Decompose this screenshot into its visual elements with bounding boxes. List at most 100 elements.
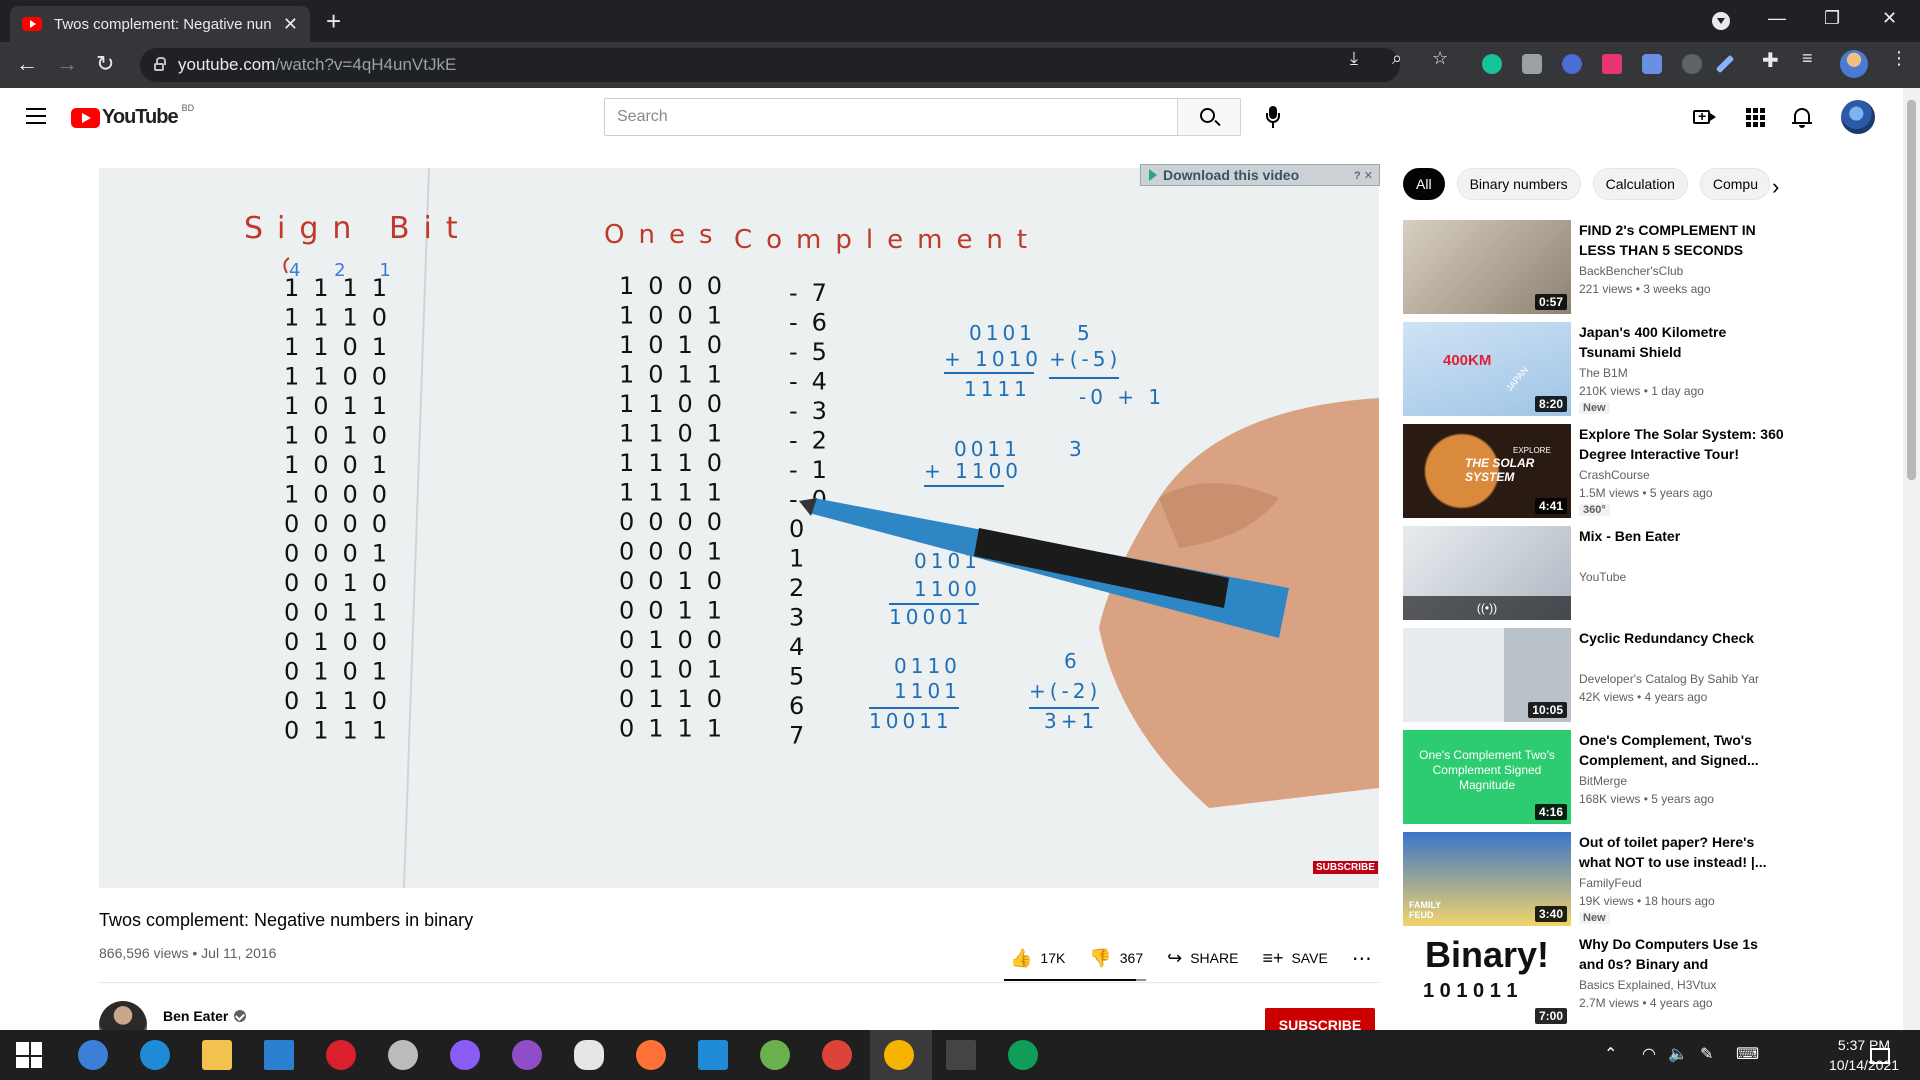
recommendation-item[interactable]: Binary! 1 0 1 0 1 1 7:00 Why Do Computers U… (1403, 934, 1783, 1028)
globe-extension-icon[interactable] (1562, 54, 1582, 74)
video-thumbnail[interactable]: 0:57 (1403, 220, 1571, 314)
recommendation-channel[interactable]: Basics Explained, H3Vtux (1579, 978, 1716, 992)
recommendation-item[interactable]: 400KM JAPAN 8:20 Japan's 400 Kilometre Tsun… (1403, 322, 1783, 416)
pen-extension-icon[interactable] (1715, 54, 1735, 74)
back-arrow-icon[interactable]: ← (16, 52, 38, 76)
recommendation-item[interactable]: 0:57 FIND 2's COMPLEMENT IN LESS THAN 5 S… (1403, 220, 1783, 314)
tab-close-icon[interactable]: ✕ (283, 14, 298, 35)
recommendation-title[interactable]: Out of toilet paper? Here's what NOT to … (1579, 832, 1785, 872)
opera-icon[interactable] (326, 1040, 356, 1070)
qbittorrent-icon[interactable] (78, 1040, 108, 1070)
video-thumbnail[interactable]: FAMILY FEUD 3:40 (1403, 832, 1571, 926)
video-thumbnail[interactable]: EXPLORE THE SOLAR SYSTEM 4:41 (1403, 424, 1571, 518)
window-close-button[interactable]: ✕ (1882, 8, 1897, 29)
terminal-icon[interactable] (946, 1040, 976, 1070)
download-banner-help[interactable]: ? ✕ (1354, 169, 1373, 182)
chevron-right-icon[interactable]: › (1772, 174, 1779, 200)
file-explorer-icon[interactable] (202, 1040, 232, 1070)
recommendation-channel[interactable]: FamilyFeud (1579, 876, 1642, 890)
recommendation-title[interactable]: FIND 2's COMPLEMENT IN LESS THAN 5 SECON… (1579, 220, 1785, 260)
new-tab-button[interactable]: + (326, 8, 341, 34)
recommendation-item[interactable]: FAMILY FEUD 3:40 Out of toilet paper? Here… (1403, 832, 1783, 926)
pen-icon[interactable]: ✎ (1700, 1044, 1713, 1064)
recommendation-title[interactable]: One's Complement, Two's Complement, and … (1579, 730, 1785, 770)
download-extension-icon[interactable] (1642, 54, 1662, 74)
zoom-icon[interactable]: ⌕ (1392, 48, 1402, 69)
dislike-button[interactable]: 👎 367 (1089, 948, 1143, 969)
minimize-button[interactable]: — (1768, 8, 1786, 29)
recommendation-channel[interactable]: BitMerge (1579, 774, 1627, 788)
recommendation-channel[interactable]: The B1M (1579, 366, 1628, 380)
github-desktop-icon[interactable] (512, 1040, 542, 1070)
volume-icon[interactable]: 🔈 (1668, 1044, 1688, 1064)
grammarly-extension-icon[interactable] (1482, 54, 1502, 74)
recommendation-title[interactable]: Japan's 400 Kilometre Tsunami Shield (1579, 322, 1785, 362)
search-button[interactable] (1177, 98, 1241, 136)
voice-search-mic-icon[interactable] (1260, 104, 1286, 130)
save-button[interactable]: ≡+ SAVE (1262, 948, 1327, 969)
channel-name-row[interactable]: Ben Eater (163, 1008, 247, 1024)
extensions-puzzle-icon[interactable]: ✚ (1762, 48, 1779, 73)
download-video-banner[interactable]: Download this video ? ✕ (1140, 164, 1380, 186)
channel-name[interactable]: Ben Eater (163, 1008, 228, 1024)
address-bar[interactable]: youtube.com/watch?v=4qH4unVtJkE (140, 48, 1400, 82)
video-thumbnail[interactable]: One's Complement Two's Complement Signed… (1403, 730, 1571, 824)
video-thumbnail[interactable]: 400KM JAPAN 8:20 (1403, 322, 1571, 416)
chrome-icon[interactable] (822, 1040, 852, 1070)
paint-icon[interactable] (574, 1040, 604, 1070)
recommendation-channel[interactable]: Developer's Catalog By Sahib Yar (1579, 672, 1759, 686)
like-button[interactable]: 👍 17K (1010, 948, 1065, 969)
network-icon[interactable]: ◠ (1642, 1044, 1656, 1064)
restore-button[interactable]: ❐ (1824, 8, 1840, 29)
account-avatar[interactable] (1841, 100, 1875, 134)
recommendation-channel[interactable]: YouTube (1579, 570, 1626, 584)
vscode-icon[interactable] (698, 1040, 728, 1070)
video-thumbnail[interactable]: 10:05 (1403, 628, 1571, 722)
edge-icon[interactable] (140, 1040, 170, 1070)
earth-icon[interactable] (760, 1040, 790, 1070)
youtube-logo[interactable]: YouTube BD (71, 103, 194, 129)
recommendation-title[interactable]: Cyclic Redundancy Check (1579, 628, 1785, 648)
chip-computer[interactable]: Compu (1699, 168, 1770, 200)
camera-extension-icon[interactable] (1522, 54, 1542, 74)
scrollbar-thumb[interactable] (1907, 100, 1916, 480)
recommendation-title[interactable]: Mix - Ben Eater (1579, 526, 1785, 546)
chrome-profile-avatar[interactable] (1840, 50, 1868, 78)
chip-all[interactable]: All (1403, 168, 1445, 200)
share-button[interactable]: ↪ SHARE (1167, 948, 1238, 969)
chrome-active-icon[interactable] (884, 1040, 914, 1070)
mail-icon[interactable] (264, 1040, 294, 1070)
recommendation-item[interactable]: 10:05 Cyclic Redundancy Check Developer's … (1403, 628, 1783, 722)
notifications-bell-icon[interactable] (1790, 105, 1814, 129)
sync-extension-icon[interactable] (1682, 54, 1702, 74)
search-input[interactable] (604, 98, 1178, 136)
chip-calculation[interactable]: Calculation (1592, 168, 1688, 200)
subscribe-watermark[interactable]: SUBSCRIBE (1313, 861, 1378, 874)
notifications-icon[interactable] (1870, 1048, 1890, 1064)
video-player[interactable]: Sign Bit Ones Complement 4 2 1 1111 1110 1101 1… (99, 168, 1379, 888)
recommendation-channel[interactable]: BackBencher'sClub (1579, 264, 1683, 278)
chip-binary-numbers[interactable]: Binary numbers (1456, 168, 1581, 200)
recommendation-channel[interactable]: CrashCourse (1579, 468, 1650, 482)
tray-overflow-icon[interactable]: ⌃ (1604, 1044, 1617, 1064)
video-thumbnail[interactable]: ((•)) (1403, 526, 1571, 620)
chrome-profile-icon[interactable] (1008, 1040, 1038, 1070)
video-thumbnail[interactable]: Binary! 1 0 1 0 1 1 7:00 (1403, 934, 1571, 1028)
recommendation-title[interactable]: Explore The Solar System: 360 Degree Int… (1579, 424, 1785, 464)
inkscape-icon[interactable] (388, 1040, 418, 1070)
recommendation-item[interactable]: ((•)) Mix - Ben Eater YouTube (1403, 526, 1783, 620)
play-extension-icon[interactable] (1602, 54, 1622, 74)
firefox-icon[interactable] (636, 1040, 666, 1070)
messenger-icon[interactable] (450, 1040, 480, 1070)
apps-grid-icon[interactable] (1743, 105, 1767, 129)
forward-arrow-icon[interactable]: → (56, 52, 78, 76)
recommendation-item[interactable]: One's Complement Two's Complement Signed… (1403, 730, 1783, 824)
recommendation-item[interactable]: EXPLORE THE SOLAR SYSTEM 4:41 Explore The S… (1403, 424, 1785, 518)
bookmark-star-icon[interactable]: ☆ (1432, 48, 1448, 69)
browser-tab[interactable]: Twos complement: Negative nun ✕ (10, 6, 310, 42)
tab-search-icon[interactable] (1712, 12, 1730, 30)
install-icon[interactable]: ⤓ (1350, 48, 1358, 69)
chrome-menu-icon[interactable]: ⋮ (1890, 48, 1908, 69)
hamburger-menu-icon[interactable] (26, 108, 46, 124)
reload-icon[interactable]: ↻ (96, 52, 114, 76)
